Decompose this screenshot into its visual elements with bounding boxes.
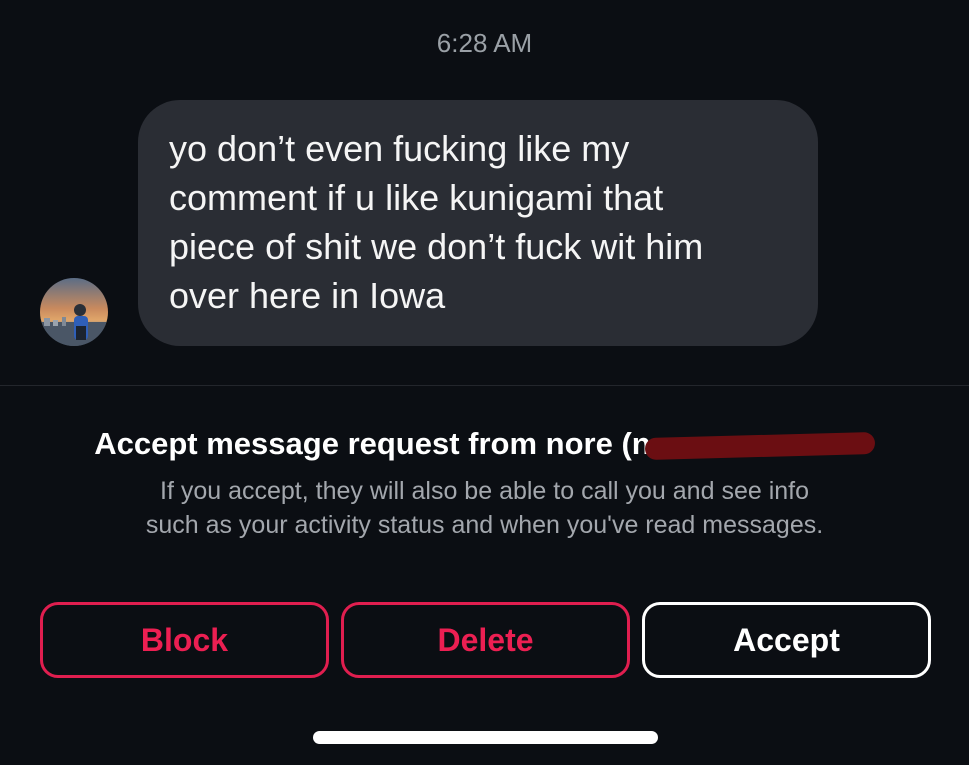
message-timestamp: 6:28 AM: [436, 28, 533, 58]
request-title-row: Accept message request from nore (n: [0, 426, 969, 462]
request-description-line: If you accept, they will also be able to…: [160, 477, 809, 505]
message-bubble[interactable]: yo don’t even fucking like my comment if…: [138, 100, 818, 346]
avatar-photo: [40, 278, 108, 346]
home-indicator[interactable]: [313, 731, 658, 744]
section-divider: [0, 385, 969, 386]
message-line: over here in Iowa: [169, 275, 446, 316]
delete-button[interactable]: Delete: [341, 602, 630, 678]
sender-avatar[interactable]: [40, 278, 108, 346]
message-line: comment if u like kunigami that: [169, 177, 664, 218]
accept-button[interactable]: Accept: [642, 602, 931, 678]
redaction-mark: [644, 431, 875, 460]
message-line: yo don’t even fucking like my: [169, 128, 630, 169]
request-description-line: such as your activity status and when yo…: [145, 511, 824, 539]
request-title: Accept message request from nore (n: [94, 426, 651, 461]
message-line: piece of shit we don’t fuck wit him: [169, 226, 704, 267]
block-button[interactable]: Block: [40, 602, 329, 678]
request-description: If you accept, they will also be able to…: [0, 474, 969, 542]
